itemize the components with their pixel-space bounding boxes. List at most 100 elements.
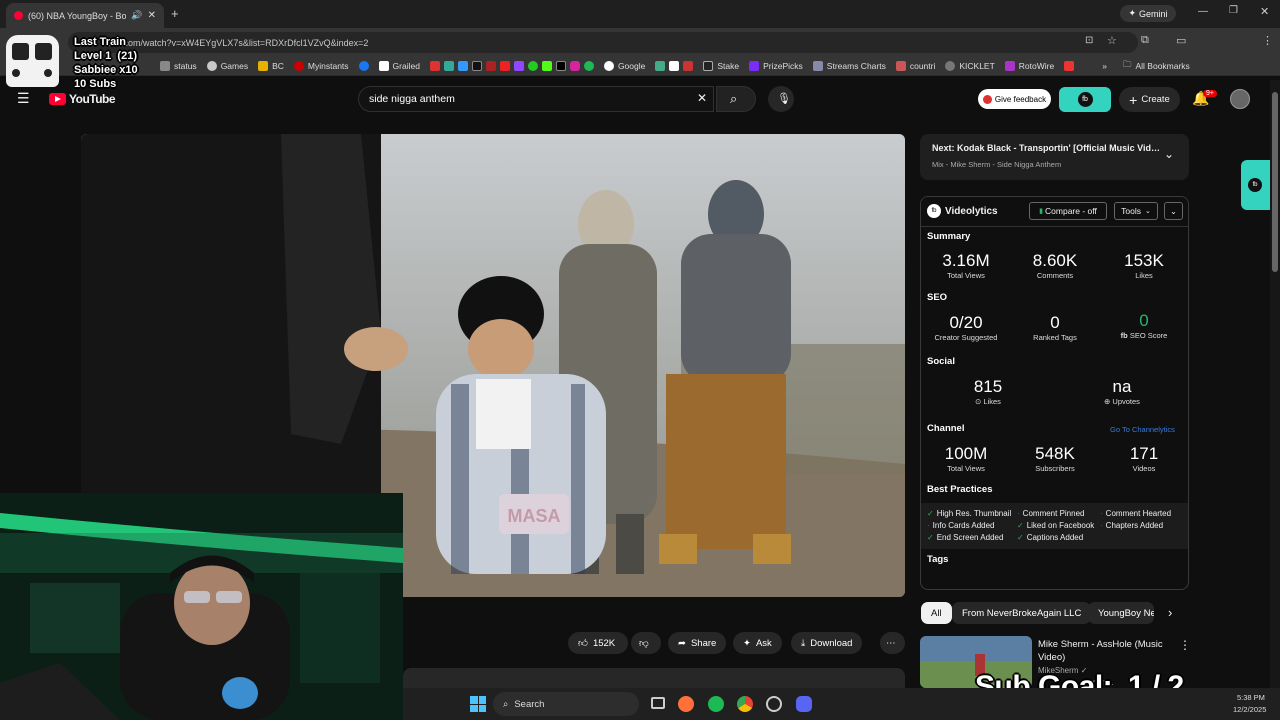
taskbar-time[interactable]: 5:38 PM	[1237, 693, 1265, 702]
bookmark-status[interactable]: status	[160, 60, 197, 71]
taskbar-date[interactable]: 12/2/2025	[1233, 705, 1266, 714]
scrollbar-thumb[interactable]	[1272, 92, 1278, 272]
bookmark-star-icon[interactable]: ☆	[1107, 34, 1117, 47]
close-window-icon[interactable]: ✕	[1260, 5, 1269, 18]
bookmark-countri[interactable]: countri	[895, 60, 935, 71]
clear-search-icon[interactable]: ✕	[697, 91, 707, 105]
x-icon[interactable]	[555, 60, 566, 71]
bookmark-favicon-icon[interactable]	[471, 60, 482, 71]
bookmark-streams-charts[interactable]: Streams Charts	[812, 60, 886, 71]
bookmark-rotowire[interactable]: RotoWire	[1004, 60, 1054, 71]
ask-label: Ask	[755, 637, 772, 649]
collapse-panel-button[interactable]: ⌄	[1164, 202, 1183, 220]
spotify-icon[interactable]	[708, 696, 724, 712]
url-field[interactable]: ube.com/watch?v=xW4EYgVLX7s&list=RDXrDfc…	[68, 32, 1138, 53]
bookmark-label: Stake	[717, 60, 740, 71]
twitch-icon[interactable]	[513, 60, 524, 71]
instagram-icon[interactable]	[569, 60, 580, 71]
voice-search-button[interactable]: 🎙	[768, 86, 794, 112]
download-button[interactable]: ⤓ Download	[791, 632, 863, 654]
extensions-icon[interactable]: ⧉	[1141, 34, 1149, 47]
spotify-icon[interactable]	[583, 60, 594, 71]
chrome-icon[interactable]	[737, 696, 753, 712]
menu-icon[interactable]: ⋮	[1262, 34, 1273, 47]
task-view-icon[interactable]	[651, 697, 665, 709]
bookmark-stake[interactable]: Stake	[703, 60, 740, 71]
restore-window-icon[interactable]: ❐	[1229, 5, 1238, 16]
speaker-icon[interactable]: 🔊	[131, 10, 142, 21]
download-label: Download	[810, 637, 853, 649]
more-actions-button[interactable]: ⋯	[880, 632, 905, 654]
share-button[interactable]: ➦ Share	[668, 632, 727, 654]
kick-icon[interactable]	[541, 60, 552, 71]
chip-label: From NeverBrokeAgain LLC	[962, 607, 1082, 619]
train-icon	[6, 35, 59, 87]
bookmark-favicon-icon[interactable]	[683, 60, 694, 71]
bookmark-games[interactable]: Games	[206, 60, 248, 71]
chip-all[interactable]: All	[921, 602, 952, 624]
train-subs: 10 Subs	[74, 78, 117, 90]
best-practices-heading: Best Practices	[927, 484, 993, 495]
vidiq-side-tab[interactable]: fb	[1241, 160, 1270, 210]
sidepanel-icon[interactable]: ▭	[1176, 34, 1186, 47]
minimize-window-icon[interactable]: —	[1198, 6, 1208, 17]
bookmark-google[interactable]: Google	[603, 60, 645, 71]
bookmark-favicon-icon[interactable]	[527, 60, 538, 71]
metric-value: 548K	[1035, 444, 1075, 463]
create-button[interactable]: + Create	[1119, 87, 1180, 112]
bookmark-favicon-icon[interactable]	[655, 60, 666, 71]
bookmark-s[interactable]	[1064, 60, 1075, 71]
chevron-right-icon[interactable]: ›	[1168, 605, 1172, 620]
description-box[interactable]	[403, 668, 905, 688]
chip-youngboy[interactable]: YoungBoy Ne	[1088, 602, 1154, 624]
page-scrollbar[interactable]	[1270, 80, 1280, 688]
windows-start-icon[interactable]	[470, 696, 486, 712]
bookmark-myinstants[interactable]: Myinstants	[293, 60, 349, 71]
bookmark-favicon-icon[interactable]	[485, 60, 496, 71]
tools-dropdown[interactable]: Tools ⌄	[1114, 202, 1158, 220]
close-tab-icon[interactable]: ✕	[148, 10, 156, 21]
bookmarks-overflow[interactable]: »	[1102, 61, 1107, 71]
youtube-logo[interactable]: YouTube	[49, 92, 116, 106]
webcam-overlay	[0, 493, 403, 720]
amazon-icon[interactable]	[669, 60, 680, 71]
summary-likes: 153K Likes	[1104, 251, 1184, 280]
avatar[interactable]	[1230, 89, 1250, 109]
new-tab-button[interactable]: +	[171, 6, 179, 21]
obs-icon[interactable]	[766, 696, 782, 712]
compare-button[interactable]: ▮ Compare - off	[1029, 202, 1107, 220]
like-count: 152K	[592, 637, 616, 649]
taskbar-search[interactable]: ⌕ Search	[493, 692, 639, 716]
gemini-icon: ✦	[1128, 8, 1137, 18]
bookmark-grailed[interactable]: Grailed	[378, 60, 420, 71]
next-up-card[interactable]: Next: Kodak Black - Transportin' [Offici…	[920, 134, 1189, 180]
gemini-button[interactable]: ✦ Gemini	[1120, 5, 1176, 22]
bookmark-facebook[interactable]	[358, 60, 369, 71]
chip-from-channel[interactable]: From NeverBrokeAgain LLC	[952, 602, 1092, 624]
vidiq-toggle-button[interactable]: fb	[1059, 87, 1111, 112]
youtube-favicon-icon	[14, 11, 23, 20]
give-feedback-button[interactable]: Give feedback	[978, 89, 1051, 109]
bookmark-prizepicks[interactable]: PrizePicks	[749, 60, 803, 71]
like-button[interactable]: 👍︎ 152K	[568, 632, 628, 654]
all-bookmarks[interactable]: 🗀 All Bookmarks	[1123, 59, 1190, 73]
bookmark-kicklet[interactable]: KICKLET	[945, 60, 995, 71]
go-to-channelytics-link[interactable]: Go To Channelytics	[1110, 425, 1175, 434]
browser-tab[interactable]: (60) NBA YoungBoy - Boss… 🔊 ✕	[6, 3, 164, 28]
search-button[interactable]: ⌕	[716, 86, 756, 112]
bookmark-favicon-icon[interactable]	[443, 60, 454, 71]
install-icon[interactable]: ⊡	[1085, 35, 1093, 46]
search-input[interactable]: side nigga anthem	[358, 86, 714, 112]
bookmark-favicon-icon[interactable]	[429, 60, 440, 71]
ask-button[interactable]: ✦ Ask	[733, 632, 782, 654]
chevron-down-icon[interactable]: ⌄	[1164, 147, 1174, 161]
youtube-bookmark-icon[interactable]	[499, 60, 510, 71]
bookmark-favicon-icon[interactable]	[457, 60, 468, 71]
discord-icon[interactable]	[796, 696, 812, 712]
firefox-icon[interactable]	[678, 696, 694, 712]
more-options-icon[interactable]: ⋮	[1179, 638, 1191, 652]
metric-value: 171	[1129, 444, 1159, 463]
dislike-button[interactable]: 👎︎	[631, 632, 661, 654]
bookmark-bc[interactable]: BC	[258, 60, 284, 71]
chevron-down-icon: ⌄	[1170, 206, 1177, 216]
